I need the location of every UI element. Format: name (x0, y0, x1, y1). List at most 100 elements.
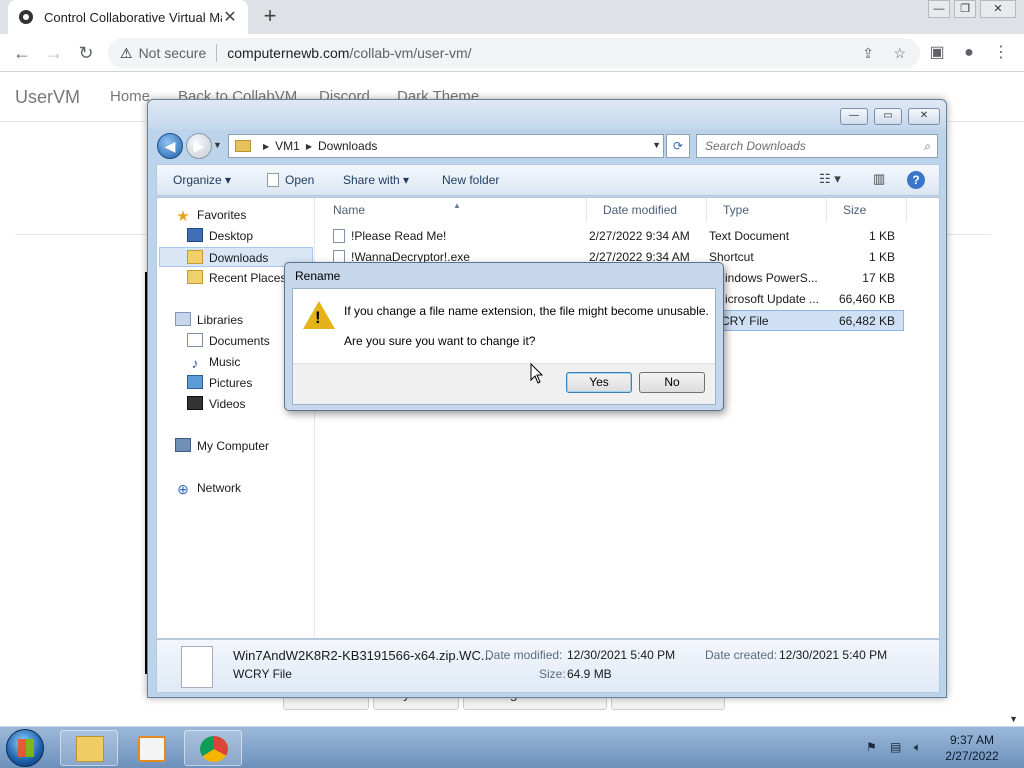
nav-libraries[interactable]: Libraries (175, 310, 243, 330)
refresh-icon[interactable]: ⟳ (666, 134, 690, 158)
start-button-icon[interactable] (6, 729, 44, 767)
videos-icon (187, 396, 203, 410)
file-date: 2/27/2022 9:34 AM (589, 229, 690, 243)
taskbar-chrome[interactable] (184, 730, 242, 766)
nav-pictures-label: Pictures (209, 376, 253, 390)
clock-date: 2/27/2022 (945, 749, 999, 763)
window-restore-button[interactable]: ❐ (954, 0, 976, 18)
column-type[interactable]: Type (707, 198, 827, 222)
explorer-address-row: ◀ ▶ ▼ ▶ VM1 ▶ Downloads ▼ ⟳ Search Downl… (148, 130, 946, 162)
new-folder-button[interactable]: New folder (442, 173, 499, 187)
nav-downloads-label: Downloads (209, 251, 269, 265)
file-row[interactable]: !Please Read Me! 2/27/2022 9:34 AM Text … (327, 226, 907, 247)
taskbar-media-player[interactable] (122, 730, 180, 766)
explorer-address-bar[interactable]: ▶ VM1 ▶ Downloads ▼ (228, 134, 664, 158)
share-icon[interactable]: ⇪ (862, 45, 874, 62)
file-row-selected[interactable]: CRY File 66,482 KB (721, 310, 904, 331)
nav-favorites-label: Favorites (197, 208, 247, 222)
explorer-back-icon[interactable]: ◀ (157, 133, 183, 159)
recent-pages-dropdown-icon[interactable]: ▼ (213, 140, 222, 150)
column-name[interactable]: Name ▲ (317, 198, 587, 222)
action-center-flag-icon[interactable]: ⚑ (866, 740, 877, 754)
explorer-maximize-button[interactable]: ▭ (874, 108, 902, 125)
star-icon: ★ (176, 208, 190, 225)
reload-icon[interactable]: ↻ (74, 41, 98, 65)
explorer-minimize-button[interactable]: — (840, 108, 868, 125)
share-with-button[interactable]: Share with ▾ (343, 173, 409, 187)
network-icon: ⊕ (177, 481, 189, 497)
nav-music[interactable]: ♪ Music (187, 352, 241, 372)
back-arrow-icon[interactable]: ← (10, 41, 34, 65)
clock-time: 9:37 AM (949, 733, 995, 747)
explorer-close-button[interactable]: ✕ (908, 108, 940, 125)
details-date-modified: 12/30/2021 5:40 PM (567, 648, 676, 662)
nav-network[interactable]: ⊕ Network (175, 478, 241, 498)
breadcrumb-arrow-icon[interactable]: ▶ (306, 142, 312, 151)
nav-videos-label: Videos (209, 397, 246, 411)
menu-dots-icon[interactable]: ⋮ (990, 42, 1012, 64)
nav-music-label: Music (209, 355, 241, 369)
address-dropdown-icon[interactable]: ▼ (652, 140, 661, 150)
site-brand[interactable]: UserVM (15, 87, 80, 108)
explorer-titlebar[interactable]: — ▭ ✕ (148, 100, 946, 130)
bookmark-star-icon[interactable]: ☆ (893, 45, 906, 62)
details-date-modified-label: Date modified: (485, 648, 563, 662)
open-button[interactable]: Open (267, 173, 314, 187)
scroll-down-arrow-icon[interactable]: ▼ (1009, 714, 1018, 724)
change-view-icon[interactable]: ☷ ▾ (819, 171, 841, 187)
search-placeholder: Search Downloads (705, 139, 806, 153)
search-downloads-input[interactable]: Search Downloads ⌕ (696, 134, 938, 158)
details-filename: Win7AndW2K8R2-KB3191566-x64.zip.WC... (233, 648, 492, 663)
mouse-cursor-icon (530, 363, 544, 384)
tab-close-icon[interactable]: ✕ (222, 7, 238, 27)
window-minimize-button[interactable]: — (928, 0, 950, 18)
browser-tabstrip: Control Collaborative Virtual Ma ✕ + — ❐… (0, 0, 1024, 34)
address-bar[interactable]: ⚠ Not secure computernewb.com /collab-vm… (108, 38, 920, 68)
column-size[interactable]: Size (827, 198, 907, 222)
browser-tab[interactable]: Control Collaborative Virtual Ma ✕ (8, 0, 248, 34)
taskbar-explorer[interactable] (60, 730, 118, 766)
breadcrumb-vm1[interactable]: VM1 (275, 139, 300, 153)
documents-icon (187, 333, 203, 347)
side-panel-icon[interactable]: ▣ (926, 42, 948, 64)
breadcrumb-downloads[interactable]: Downloads (318, 139, 377, 153)
dialog-body: ! If you change a file name extension, t… (292, 288, 716, 405)
help-icon[interactable]: ? (907, 171, 925, 189)
warning-icon[interactable]: ⚠ (120, 45, 133, 62)
yes-button[interactable]: Yes (566, 372, 632, 393)
window-close-button[interactable]: ✕ (980, 0, 1016, 18)
url-separator (216, 44, 218, 62)
details-pane: Win7AndW2K8R2-KB3191566-x64.zip.WC... WC… (156, 639, 940, 693)
column-date-modified[interactable]: Date modified (587, 198, 707, 222)
file-size: 1 KB (868, 229, 895, 243)
search-icon[interactable]: ⌕ (924, 135, 931, 157)
nav-documents[interactable]: Documents (187, 331, 270, 351)
details-date-created-label: Date created: (705, 648, 778, 662)
taskbar-clock[interactable]: 9:37 AM 2/27/2022 (932, 732, 1012, 764)
nav-home-link[interactable]: Home (110, 88, 150, 105)
preview-pane-icon[interactable]: ▥ (873, 171, 885, 187)
pictures-icon (187, 375, 203, 389)
profile-avatar-icon[interactable]: ● (958, 42, 980, 64)
open-label: Open (285, 173, 315, 187)
nav-desktop[interactable]: Desktop (187, 226, 253, 246)
organize-button[interactable]: Organize ▾ (173, 173, 231, 187)
explorer-forward-icon[interactable]: ▶ (186, 133, 212, 159)
libraries-icon (175, 312, 191, 326)
no-button[interactable]: No (639, 372, 705, 393)
nav-favorites[interactable]: ★ Favorites (175, 205, 246, 225)
volume-icon[interactable]: 🔈︎ (914, 740, 921, 755)
nav-recent-places[interactable]: Recent Places (187, 268, 286, 288)
security-label: Not secure (138, 45, 207, 61)
windows-taskbar: ⚑ ▤ 🔈︎ 9:37 AM 2/27/2022 (0, 726, 1024, 768)
new-tab-button[interactable]: + (258, 5, 282, 29)
network-tray-icon[interactable]: ▤ (890, 740, 901, 754)
music-icon: ♪ (191, 355, 199, 371)
details-filetype: WCRY File (233, 667, 292, 681)
nav-pictures[interactable]: Pictures (187, 373, 252, 393)
nav-videos[interactable]: Videos (187, 394, 245, 414)
nav-my-computer[interactable]: My Computer (175, 436, 269, 456)
forward-arrow-icon[interactable]: → (42, 41, 66, 65)
breadcrumb-arrow-icon[interactable]: ▶ (263, 142, 269, 151)
file-size: 1 KB (868, 250, 895, 264)
